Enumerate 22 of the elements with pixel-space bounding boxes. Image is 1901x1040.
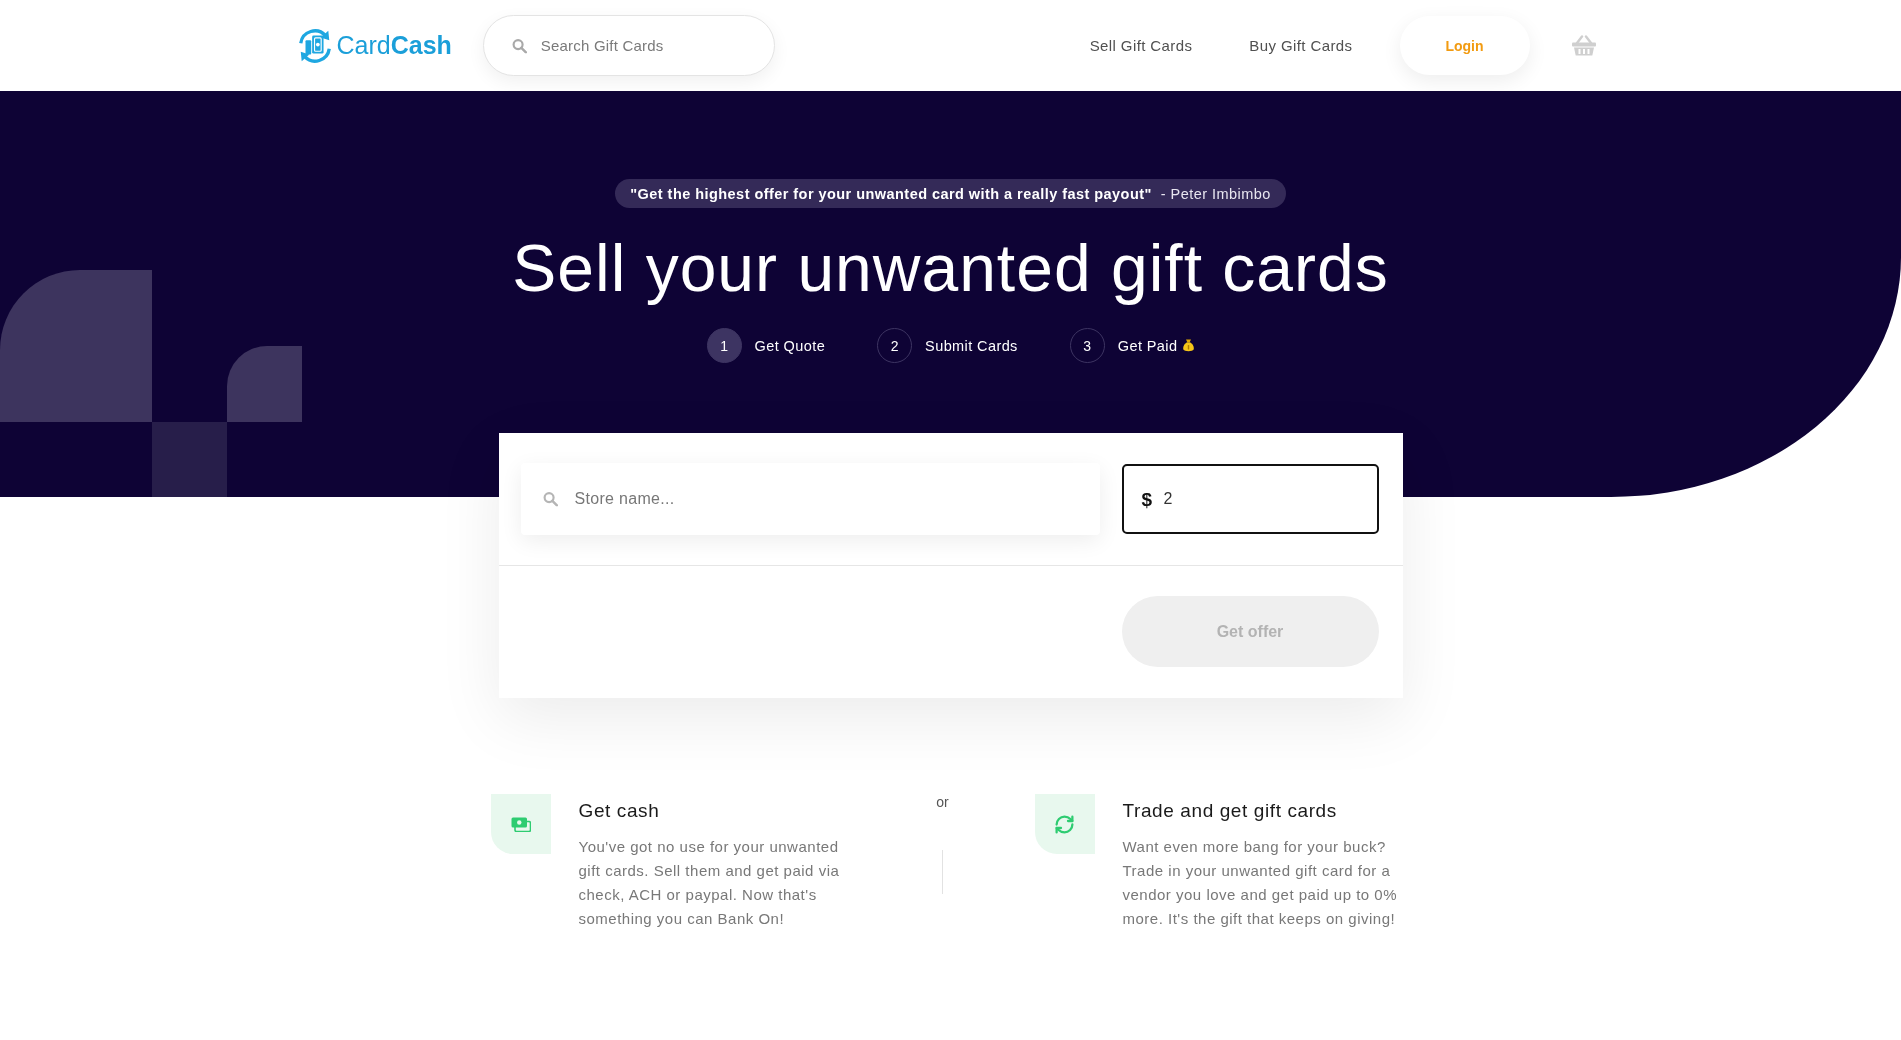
basket-icon[interactable] [1571,35,1596,56]
step-label: Get Paid [1117,337,1178,354]
search-icon [511,38,527,53]
nav-link[interactable]: Buy Gift Cards [1249,37,1353,54]
step-number: 1 [706,328,742,363]
search-icon [542,491,558,507]
testimonial-quote: "Get the highest offer for your unwanted card with a really fast payout" [630,185,1152,202]
feature-title: Trade and get gift cards [1122,800,1338,822]
separator-text: or [936,794,949,810]
banknotes-icon [490,794,551,854]
currency-symbol: $ [1141,488,1153,511]
nav-link[interactable]: Sell Gift Cards [1089,37,1193,54]
circular-arrows-icon [1034,794,1095,854]
feature-description: Want even more bang for your buck? Trade in your unwanted gift card for a vendor you love and get paid up to 0% more. It's the gift that keeps on giving! [1122,837,1399,929]
search-field[interactable]: Search Gift Cards [482,15,775,76]
hero-title: Sell your unwanted gift cards [512,230,1389,307]
step-label: Submit Cards [925,337,1018,354]
feature-description: You've got no use for your unwanted gift cards. Sell them and get paid via check, ACH or paypal. Now that's something you can Bank On! [578,837,841,929]
store-search-field[interactable]: Store name... [520,463,1100,535]
testimonial-author: - Peter Imbimbo [1160,185,1271,202]
feature-title: Get cash [578,800,661,822]
step-label: Get Quote [754,337,826,354]
